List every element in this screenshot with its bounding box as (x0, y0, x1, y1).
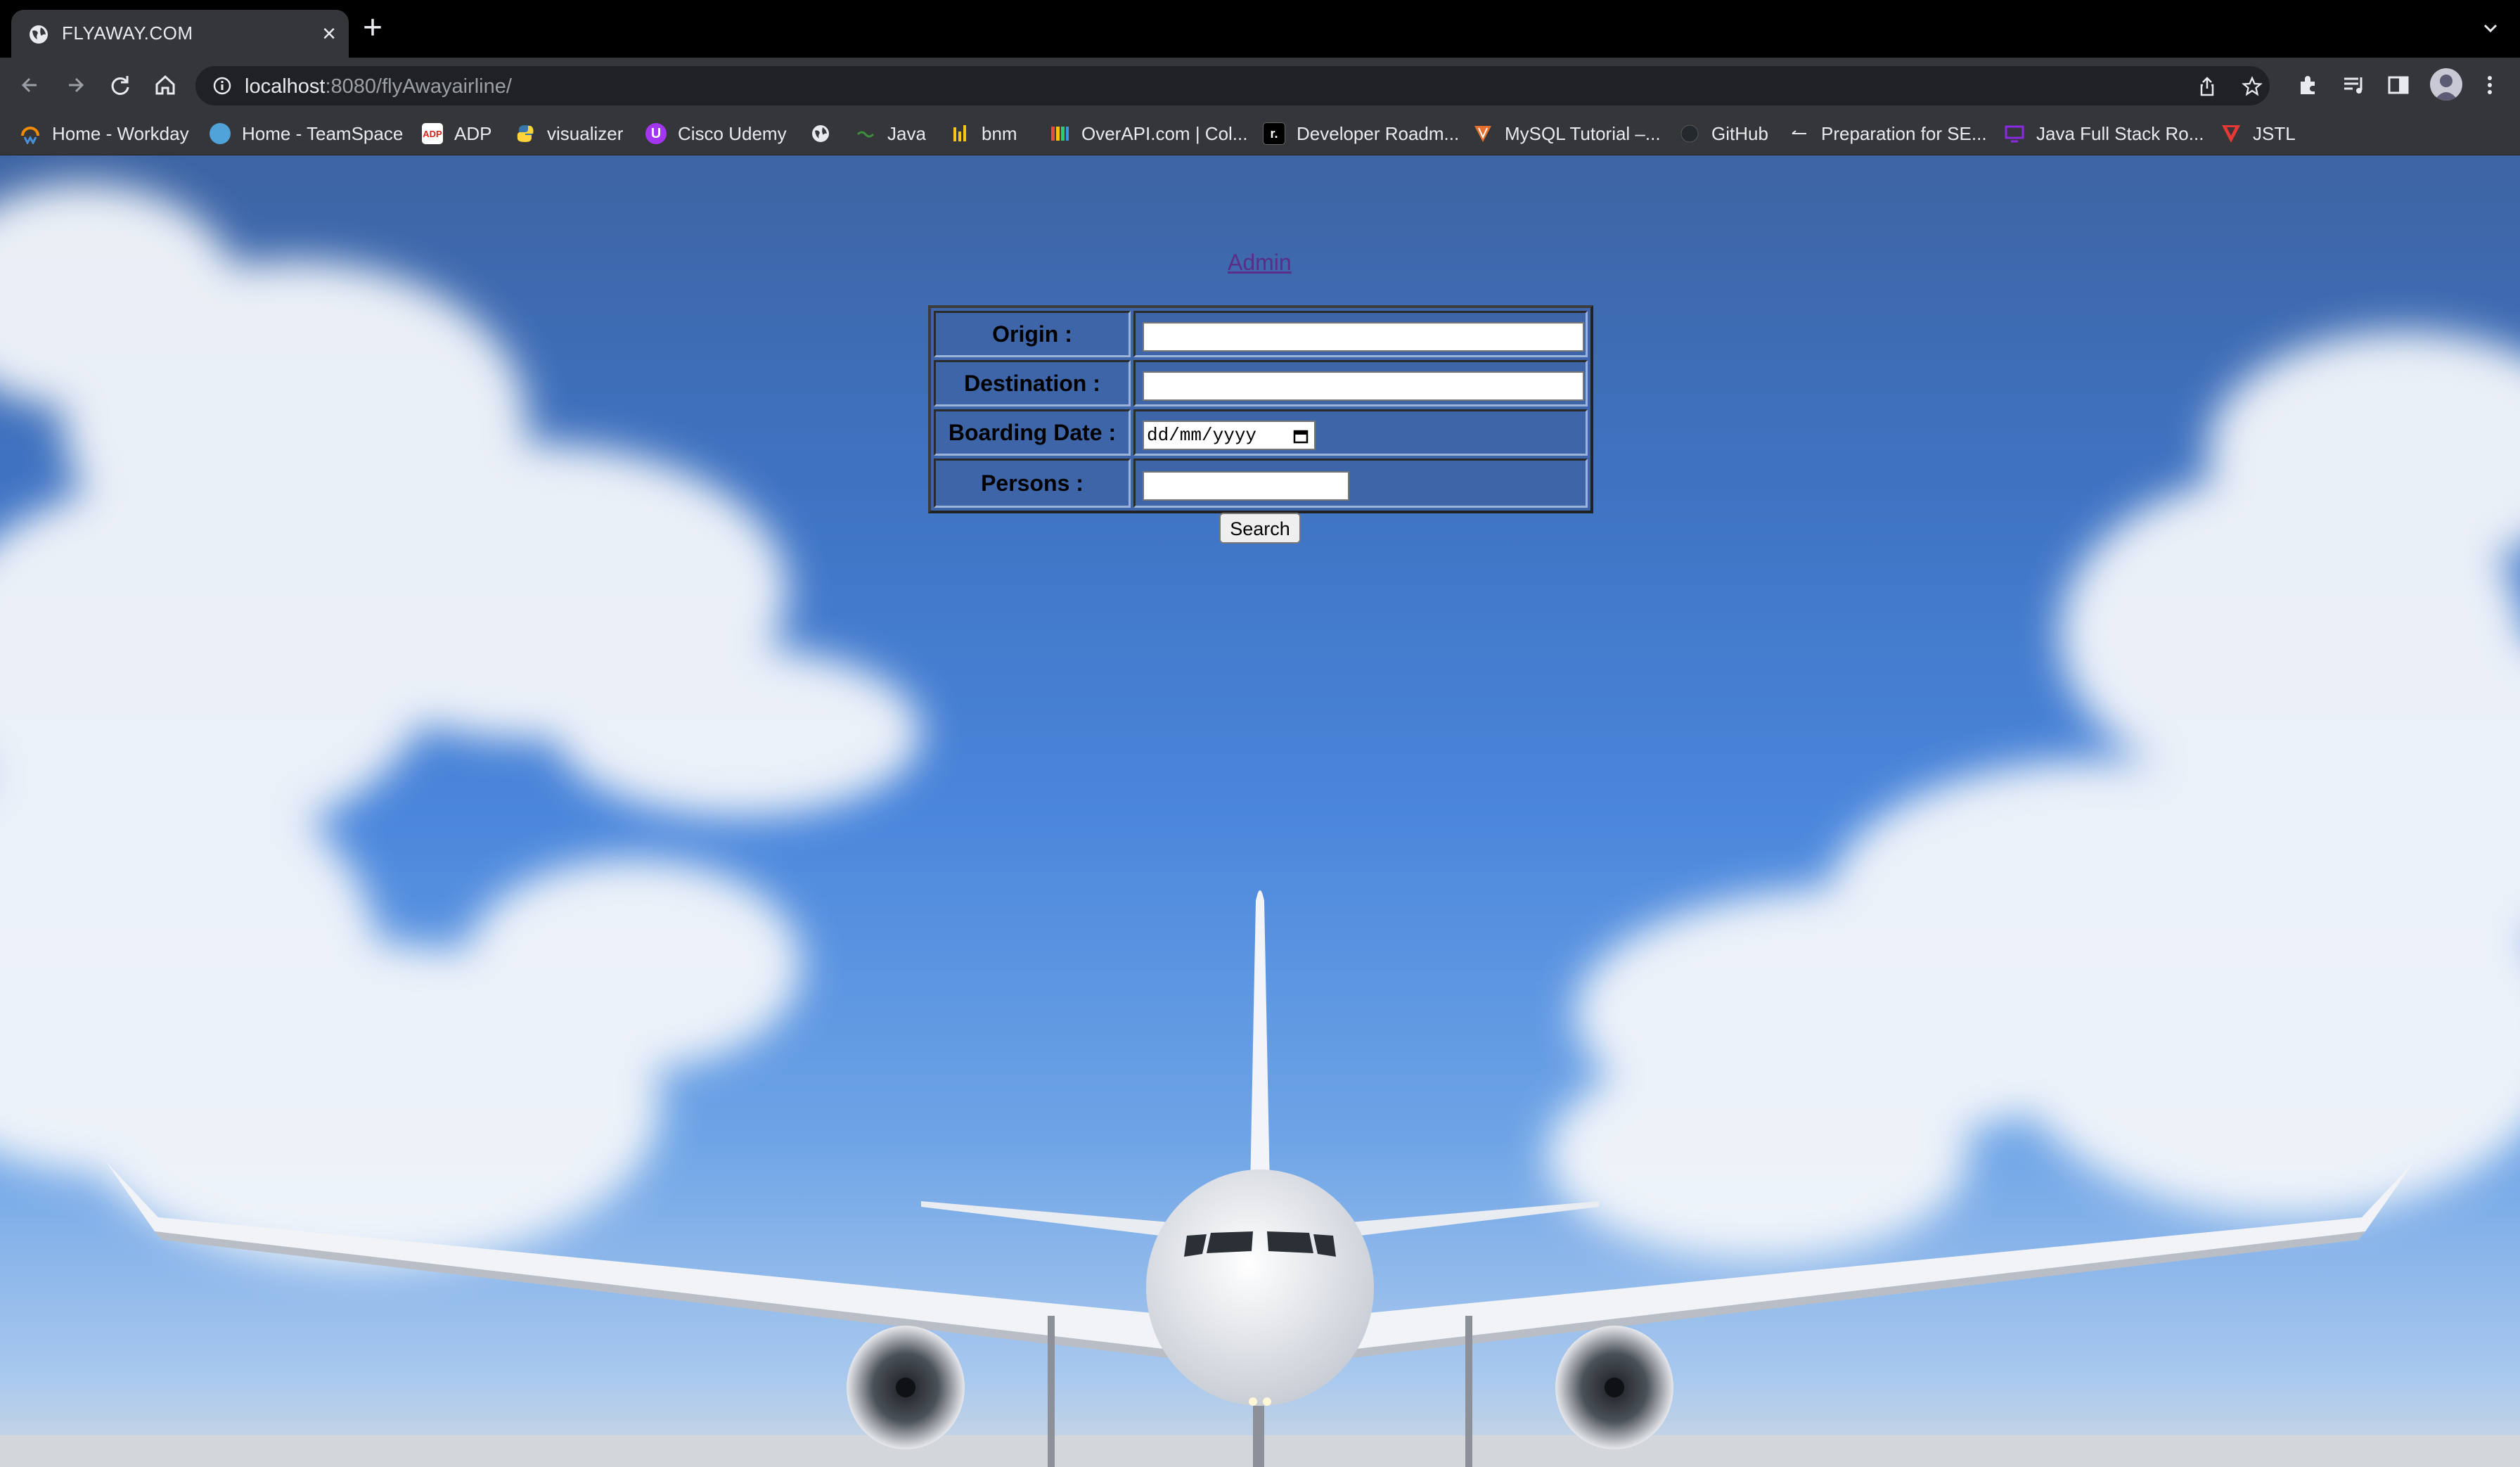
bookmark-label: Preparation for SE... (1821, 122, 1987, 144)
bookmark-label: bnm (982, 122, 1017, 144)
bookmark-cisco-udemy[interactable]: U Cisco Udemy (645, 121, 787, 146)
workday-icon (20, 123, 41, 144)
github-icon (1679, 123, 1700, 144)
page-content: Admin Origin : Destination : Boarding Da… (0, 155, 2520, 1467)
browser-tab[interactable]: FLYAWAY.COM × (11, 10, 349, 58)
admin-link[interactable]: Admin (1228, 250, 1292, 276)
udemy-icon: U (645, 123, 667, 144)
globe-icon (30, 25, 48, 44)
bookmark-adp[interactable]: ADP ADP (422, 121, 491, 146)
url-host: localhost (245, 75, 326, 98)
reload-icon[interactable] (105, 70, 135, 100)
adp-icon: ADP (422, 123, 443, 144)
python-icon (515, 123, 536, 144)
persons-input[interactable] (1143, 471, 1349, 501)
media-queue-icon[interactable] (2340, 72, 2367, 98)
origin-label-cell: Origin : (934, 311, 1131, 357)
back-arrow-icon[interactable] (15, 70, 45, 100)
mysql-icon (1472, 123, 1493, 144)
tab-strip: FLYAWAY.COM × + (0, 0, 2520, 58)
bookmark-label: MySQL Tutorial –... (1505, 122, 1661, 144)
bookmark-java-full-stack[interactable]: Java Full Stack Ro... (2004, 121, 2204, 146)
bnm-icon (949, 123, 970, 144)
bookmark-teamspace[interactable]: Home - TeamSpace (210, 121, 403, 146)
destination-label: Destination : (964, 370, 1100, 396)
bookmark-overapi[interactable]: OverAPI.com | Col... (1049, 121, 1247, 146)
url-text[interactable]: localhost:8080/flyAwayairline/ (245, 75, 512, 98)
teamspace-icon (210, 123, 231, 144)
vuetify-icon (2220, 123, 2242, 144)
forward-arrow-icon[interactable] (60, 70, 90, 100)
bookmark-label: visualizer (547, 122, 624, 144)
bookmark-label: OverAPI.com | Col... (1081, 122, 1248, 144)
bookmark-label: Developer Roadm... (1297, 122, 1460, 144)
boarding-date-label: Boarding Date : (948, 419, 1117, 445)
origin-input-cell (1133, 311, 1588, 357)
calendar-icon[interactable] (1293, 428, 1309, 444)
chevron-down-icon[interactable] (2478, 15, 2503, 41)
bookmark-label: JSTL (2253, 122, 2296, 144)
persons-label-cell: Persons : (934, 459, 1131, 508)
new-tab-button[interactable]: + (363, 11, 382, 45)
info-icon[interactable] (212, 76, 232, 96)
destination-input-cell (1133, 360, 1588, 406)
search-button[interactable]: Search (1219, 513, 1301, 544)
boarding-date-input[interactable]: dd/mm/yyyy (1143, 421, 1316, 450)
address-bar[interactable]: localhost:8080/flyAwayairline/ (195, 66, 2270, 105)
profile-avatar-image (2434, 75, 2458, 101)
overapi-icon (1049, 123, 1070, 144)
boarding-date-label-cell: Boarding Date : (934, 409, 1131, 456)
home-icon[interactable] (150, 70, 180, 100)
bookmark-label: Cisco Udemy (678, 122, 787, 144)
persons-label: Persons : (981, 470, 1084, 496)
bookmark-label: Java Full Stack Ro... (2036, 122, 2204, 144)
globe-icon (810, 123, 831, 144)
bookmark-jstl[interactable]: JSTL (2220, 121, 2296, 146)
flight-search-table: Origin : Destination : Boarding Date : d… (928, 305, 1593, 513)
more-menu-icon[interactable] (2476, 72, 2503, 98)
boarding-date-placeholder: dd/mm/yyyy (1147, 425, 1257, 446)
side-panel-icon[interactable] (2385, 72, 2412, 98)
bookmark-visualizer[interactable]: visualizer (515, 121, 623, 146)
bookmark-java[interactable]: Java (855, 121, 926, 146)
boarding-date-input-cell: dd/mm/yyyy (1133, 409, 1588, 456)
bookmark-label: Home - Workday (52, 122, 189, 144)
share-icon[interactable] (2197, 76, 2218, 97)
destination-input[interactable] (1143, 371, 1584, 401)
bookmark-preparation[interactable]: Preparation for SE... (1789, 121, 1987, 146)
origin-label: Origin : (992, 321, 1072, 347)
bookmark-label: Java (887, 122, 926, 144)
browser-toolbar: localhost:8080/flyAwayairline/ (0, 58, 2520, 113)
bookmark-github[interactable]: GitHub (1679, 121, 1768, 146)
bookmark-globe[interactable] (810, 121, 842, 146)
roadmap-icon: r. (1263, 122, 1285, 145)
bookmark-label: GitHub (1711, 122, 1768, 144)
url-path: :8080/flyAwayairline/ (325, 75, 512, 98)
bookmarks-bar: Home - Workday Home - TeamSpace ADP ADP … (0, 113, 2520, 155)
extensions-icon[interactable] (2295, 72, 2322, 98)
monitor-icon (2004, 123, 2025, 144)
bookmark-developer-roadmap[interactable]: r. Developer Roadm... (1263, 121, 1459, 146)
bookmark-mysql-tutorial[interactable]: MySQL Tutorial –... (1472, 121, 1661, 146)
bookmark-star-icon[interactable] (2242, 76, 2263, 97)
prep-icon (1789, 123, 1810, 144)
bookmark-bnm[interactable]: bnm (949, 121, 1017, 146)
bookmark-label: ADP (454, 122, 492, 144)
tab-title: FLYAWAY.COM (62, 23, 193, 44)
persons-input-cell (1133, 459, 1588, 508)
bookmark-home-workday[interactable]: Home - Workday (20, 121, 189, 146)
origin-input[interactable] (1143, 322, 1584, 352)
java-icon (855, 123, 876, 144)
destination-label-cell: Destination : (934, 360, 1131, 406)
close-tab-icon[interactable]: × (322, 20, 336, 48)
profile-avatar[interactable] (2430, 68, 2462, 101)
bookmark-label: Home - TeamSpace (242, 122, 404, 144)
